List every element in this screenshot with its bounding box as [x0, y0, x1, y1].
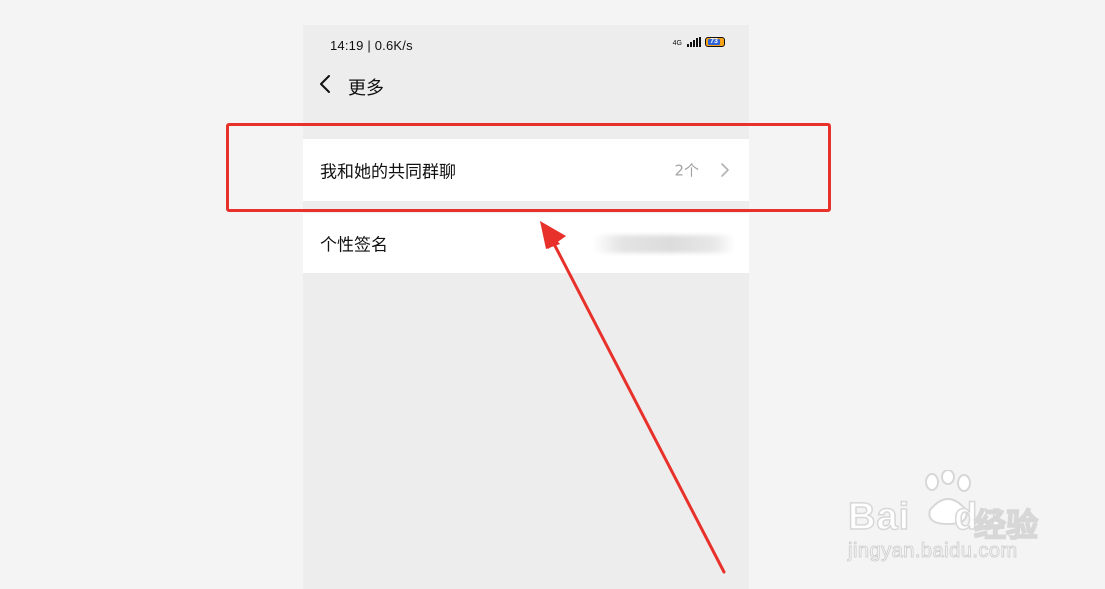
- baidu-jingyan-watermark: Bai du 经验 jingyan.baidu.com: [847, 470, 1048, 570]
- watermark-url: jingyan.baidu.com: [848, 540, 1018, 563]
- battery-level: 73: [708, 38, 720, 45]
- nav-bar: 更多: [303, 65, 749, 111]
- battery-icon: 73: [705, 37, 725, 47]
- back-chevron-icon[interactable]: [317, 73, 337, 95]
- status-time-speed: 14:19 | 0.6K/s: [330, 38, 413, 53]
- page-title: 更多: [348, 78, 384, 99]
- status-icons: 4G 73: [673, 37, 725, 47]
- signature-label: 个性签名: [320, 235, 388, 256]
- annotation-highlight-box: [226, 123, 831, 212]
- status-bar: 14:19 | 0.6K/s 4G 73: [303, 25, 749, 65]
- signature-row[interactable]: 个性签名: [303, 213, 749, 273]
- signal-icon: [687, 37, 701, 47]
- network-type-label: 4G: [672, 40, 682, 47]
- phone-screen: 14:19 | 0.6K/s 4G 73 更多 我和她的共同群聊 2个 个性签名: [303, 25, 749, 589]
- signature-value-blurred: [593, 235, 735, 253]
